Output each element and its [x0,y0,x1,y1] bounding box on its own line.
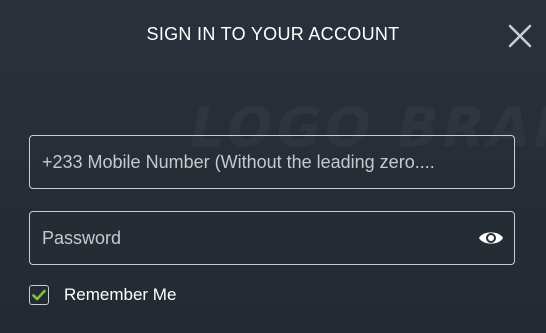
remember-me-toggle[interactable]: Remember Me [29,285,176,305]
close-button[interactable] [507,23,533,49]
show-password-button[interactable] [478,226,504,250]
remember-me-label: Remember Me [64,285,177,304]
remember-me-checkbox[interactable] [29,285,49,305]
password-input[interactable] [42,212,464,264]
eye-icon [479,232,503,244]
mobile-number-input[interactable] [42,136,502,188]
sign-in-dialog: LOGO BRAND SIGN IN TO YOUR ACCOUNT Remem… [0,0,546,333]
mobile-number-field[interactable] [29,135,515,189]
close-icon [508,24,532,48]
password-field[interactable] [29,211,515,265]
dialog-title: SIGN IN TO YOUR ACCOUNT [146,24,400,44]
checkmark-icon [32,289,46,301]
